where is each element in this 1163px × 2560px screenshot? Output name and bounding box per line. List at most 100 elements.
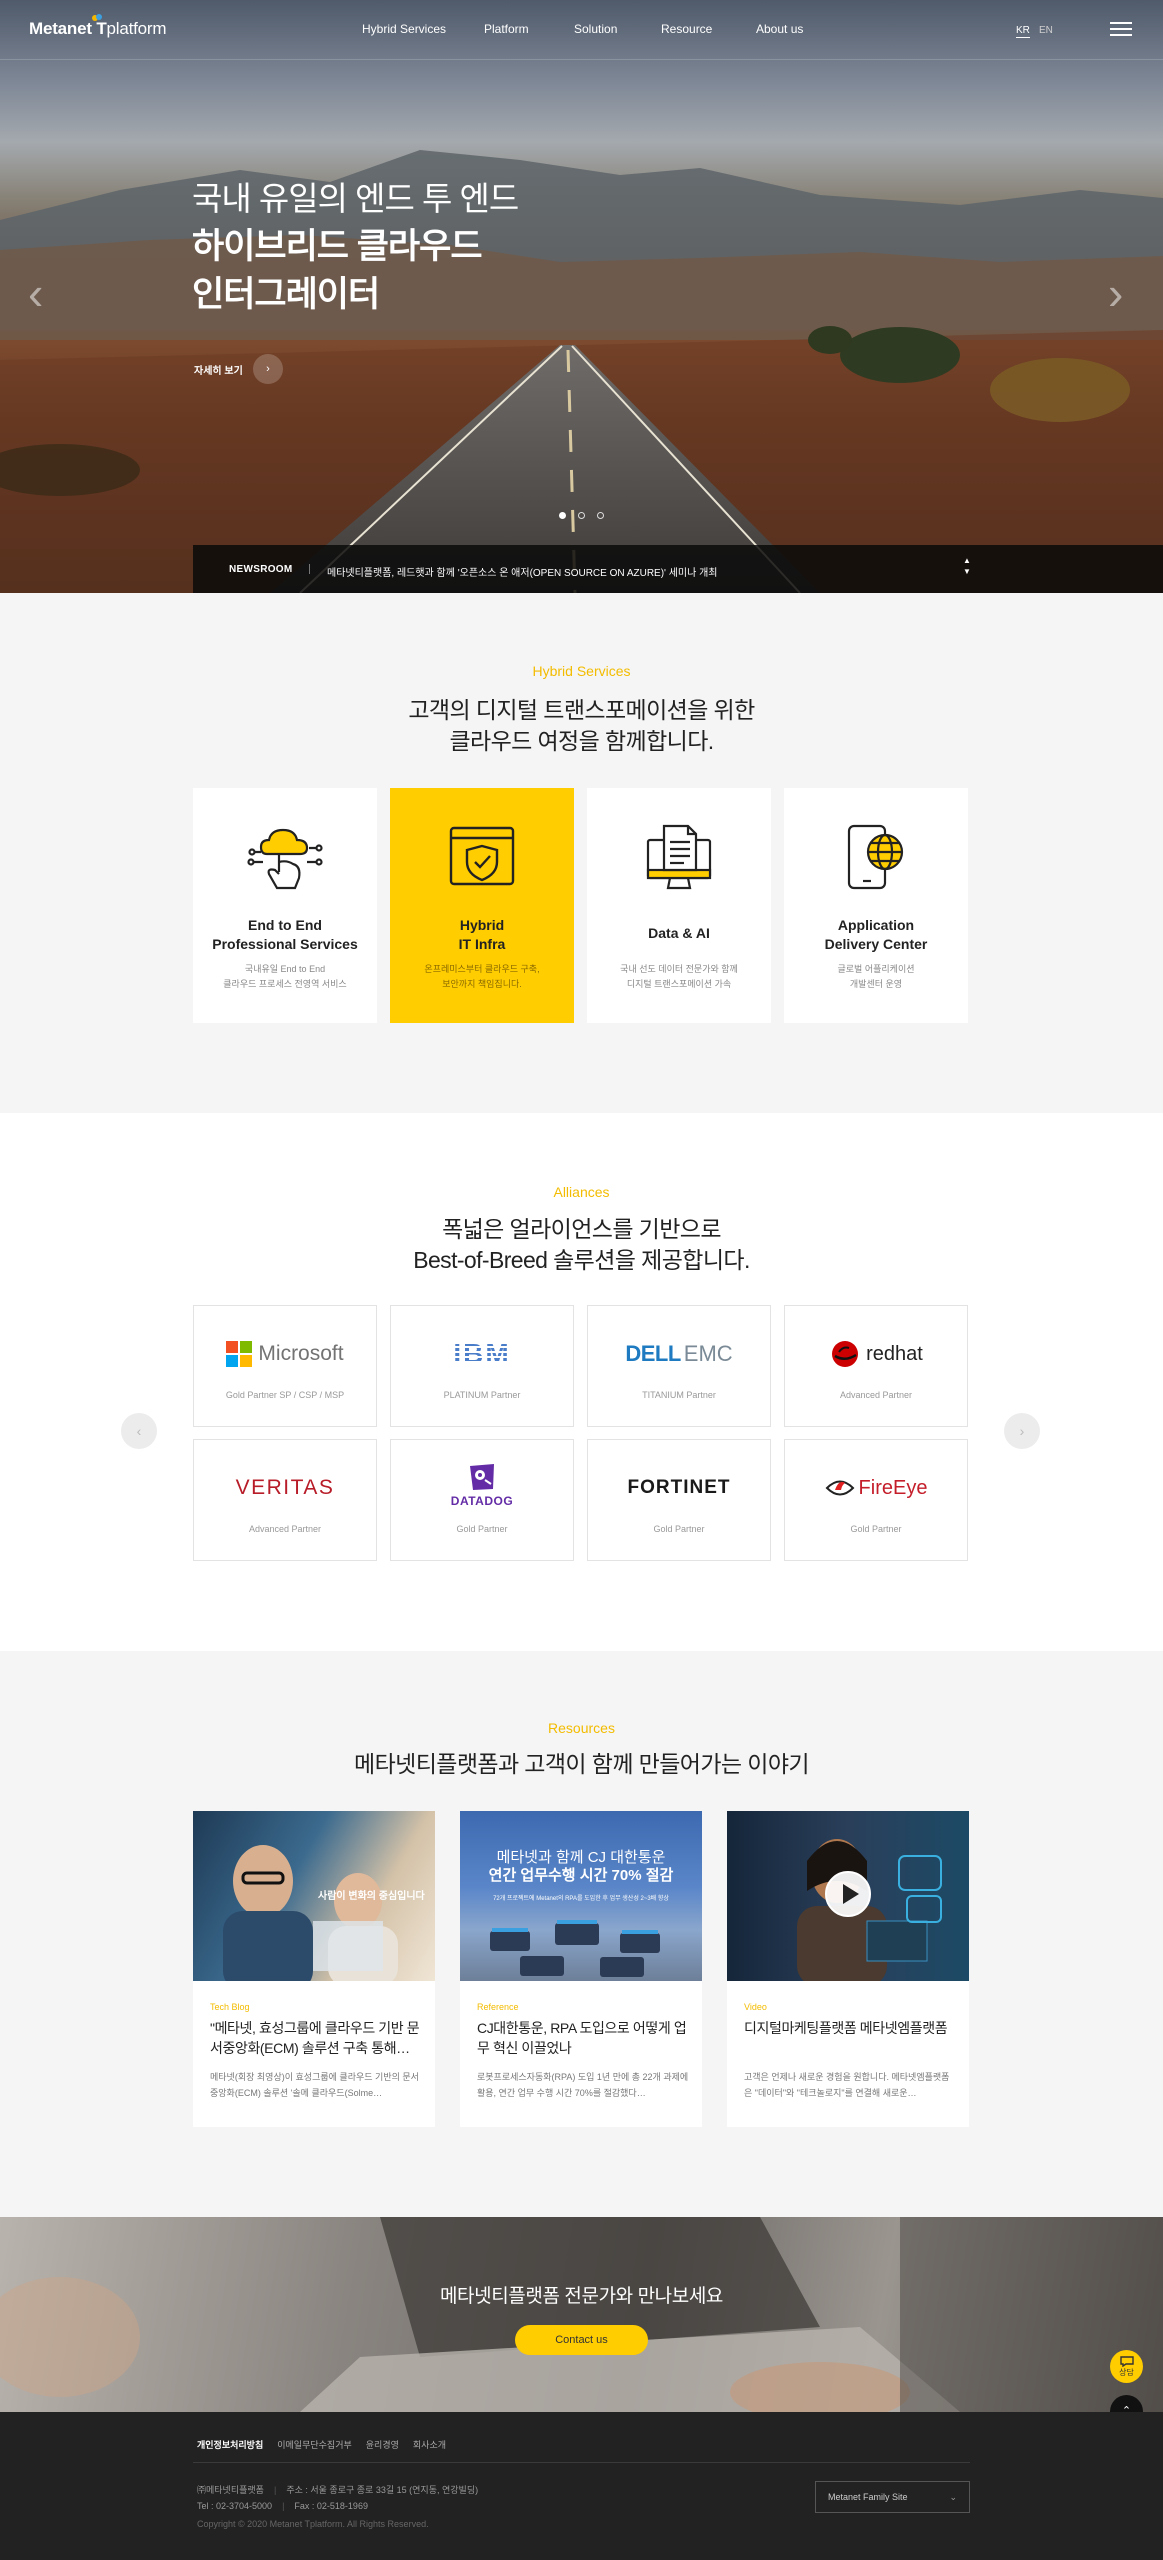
- nav-hybrid-services[interactable]: Hybrid Services: [362, 22, 446, 36]
- resource-card-tech-blog[interactable]: 사람이 변화의 중심입니다 Tech Blog "메타넷, 효성그룹에 클라우드…: [193, 1811, 435, 2127]
- lang-en[interactable]: EN: [1039, 25, 1053, 36]
- partner-card-dell-emc[interactable]: DELL EMC TITANIUM Partner: [587, 1305, 771, 1427]
- hero-line-2: 하이브리드 클라우드: [192, 227, 483, 266]
- consult-label: 상담: [1119, 2368, 1134, 2377]
- resource-category: Reference: [477, 2002, 519, 2012]
- footer-link-ethics[interactable]: 윤리경영: [366, 2438, 399, 2451]
- thumbnail-caption-line-3: 72개 프로젝트에 Metanet의 RPA를 도입한 후 업무 생산성 2~3…: [493, 1896, 669, 1902]
- nav-resource[interactable]: Resource: [661, 22, 712, 36]
- veritas-logo: VERITAS: [194, 1468, 376, 1508]
- veritas-logo-text: VERITAS: [235, 1476, 335, 1499]
- newsroom-updown-icon[interactable]: ▲ ▼: [963, 555, 971, 577]
- slide-dot-2[interactable]: [578, 512, 585, 519]
- nav-solution[interactable]: Solution: [574, 22, 617, 36]
- footer-link-about[interactable]: 회사소개: [413, 2438, 446, 2451]
- hamburger-menu-icon[interactable]: [1110, 22, 1132, 37]
- lang-kr[interactable]: KR: [1016, 25, 1030, 38]
- thumbnail-caption-line-2: 연간 업무수행 시간 70% 절감: [488, 1867, 674, 1884]
- footer-address: 주소 : 서울 종로구 종로 33길 15 (연지동, 연강빌딩): [286, 2485, 479, 2495]
- partner-card-datadog[interactable]: DATADOG Gold Partner: [390, 1439, 574, 1561]
- hero-background-image: [0, 150, 1163, 593]
- service-card-data-ai[interactable]: Data & AI 국내 선도 데이터 전문가와 함께 디지털 트랜스포메이션 가…: [587, 788, 771, 1023]
- resource-card-video[interactable]: Video 디지털마케팅플랫폼 메타넷엠플랫폼 고객은 언제나 새로운 경험을 …: [727, 1811, 969, 2127]
- service-card-hybrid-it-infra[interactable]: Hybrid IT Infra 온프레미스부터 클라우드 구축, 보안까지 책임집니…: [390, 788, 574, 1023]
- resource-title: "메타넷, 효성그룹에 클라우드 기반 문서중앙화(ECM) 솔루션 구축 통해…: [210, 2020, 420, 2056]
- hero-line-1: 국내 유일의 엔드 투 엔드: [192, 180, 519, 217]
- partner-level: Gold Partner: [456, 1524, 508, 1534]
- slider-next-icon[interactable]: ›: [1108, 270, 1123, 316]
- chevron-right-icon[interactable]: ›: [253, 354, 283, 384]
- hero-detail-link[interactable]: 자세히 보기: [194, 362, 243, 377]
- service-desc: 국내유일 End to End 클라우드 프로세스 전영역 서비스: [223, 964, 347, 989]
- ibm-logo-text: IBM: [453, 1338, 511, 1369]
- fireeye-logo-text: FireEye: [858, 1476, 928, 1499]
- alliances-section: Alliances 폭넓은 얼라이언스를 기반으로 Best-of-Breed …: [0, 1113, 1163, 1651]
- fireeye-logo: FireEye: [785, 1468, 967, 1508]
- thumbnail-caption-line-1: 메타넷과 함께 CJ 대한통운: [496, 1849, 666, 1866]
- fortinet-logo-text: FORTINET: [627, 1477, 731, 1498]
- family-site-select[interactable]: Metanet Family Site ⌄: [815, 2481, 970, 2513]
- site-logo[interactable]: Metanet Tplatform: [29, 14, 167, 39]
- section-tag: Resources: [548, 1720, 615, 1736]
- service-card-application-delivery[interactable]: Application Delivery Center 글로벌 어플리케이션 개발센…: [784, 788, 968, 1023]
- service-title: End to End Professional Services: [212, 917, 358, 952]
- footer-divider: [193, 2462, 970, 2463]
- footer-company-info: ㈜메타넷티플랫폼 | 주소 : 서울 종로구 종로 33길 15 (연지동, 연강빌…: [197, 2485, 479, 2511]
- page: { "header": { "logo_main": "Metanet ", "…: [0, 0, 1163, 2560]
- footer-copyright: Copyright © 2020 Metanet Tplatform. All …: [197, 2519, 429, 2529]
- service-desc: 글로벌 어플리케이션 개발센터 운영: [837, 964, 915, 989]
- resource-card-reference[interactable]: 메타넷과 함께 CJ 대한통운 연간 업무수행 시간 70% 절감 72개 프로…: [460, 1811, 702, 2127]
- service-card-end-to-end[interactable]: End to End Professional Services 국내유일 End…: [193, 788, 377, 1023]
- resource-thumbnail: 사람이 변화의 중심입니다: [193, 1811, 435, 1981]
- ibm-logo: IBM: [391, 1334, 573, 1374]
- consult-quick-button[interactable]: 상담: [1110, 2350, 1143, 2383]
- resource-thumbnail: 메타넷과 함께 CJ 대한통운 연간 업무수행 시간 70% 절감 72개 프로…: [460, 1811, 702, 1981]
- partner-card-veritas[interactable]: VERITAS Advanced Partner: [193, 1439, 377, 1561]
- slide-dot-3[interactable]: [597, 512, 604, 519]
- partner-card-redhat[interactable]: redhat Advanced Partner: [784, 1305, 968, 1427]
- contact-us-button[interactable]: Contact us: [515, 2325, 648, 2355]
- footer-link-email[interactable]: 이메일무단수집거부: [277, 2438, 352, 2451]
- resource-desc: 로봇프로세스자동화(RPA) 도입 1년 만에 총 22개 과제에 활용, 연간…: [477, 2072, 689, 2098]
- thumbnail-caption: 사람이 변화의 중심입니다: [318, 1891, 425, 1902]
- hybrid-services-section: Hybrid Services 고객의 디지털 트랜스포메이션을 위한 클라우드…: [0, 593, 1163, 1113]
- nav-about-us[interactable]: About us: [756, 22, 803, 36]
- microsoft-logo-text: Microsoft: [258, 1342, 344, 1365]
- section-title-line-2: 클라우드 여정을 함께합니다.: [449, 728, 714, 754]
- fortinet-logo: FORTINET: [588, 1468, 770, 1508]
- alliance-prev-icon[interactable]: ‹: [121, 1413, 157, 1449]
- section-title: 폭넓은 얼라이언스를 기반으로 Best-of-Breed 솔루션을 제공합니다…: [0, 1214, 1163, 1276]
- partner-level: Gold Partner: [653, 1524, 705, 1534]
- service-desc: 국내 선도 데이터 전문가와 함께 디지털 트랜스포메이션 가속: [620, 964, 738, 989]
- family-site-label: Metanet Family Site: [828, 2492, 908, 2502]
- hero-banner: Metanet Tplatform Hybrid Services Platfo…: [0, 0, 1163, 593]
- datadog-logo-text: DATADOG: [450, 1494, 514, 1508]
- footer-link-privacy[interactable]: 개인정보처리방침: [197, 2438, 263, 2451]
- newsroom-label: NEWSROOM: [229, 564, 293, 575]
- service-title: Hybrid IT Infra: [458, 917, 506, 952]
- partner-card-fortinet[interactable]: FORTINET Gold Partner: [587, 1439, 771, 1561]
- laptop-photo: [0, 2217, 1163, 2412]
- section-title-line-2: Best-of-Breed 솔루션을 제공합니다.: [413, 1247, 750, 1273]
- redhat-hat-icon: [832, 1341, 859, 1367]
- resource-category: Tech Blog: [210, 2002, 250, 2012]
- microsoft-windows-icon: [226, 1341, 253, 1367]
- partner-card-fireeye[interactable]: FireEye Gold Partner: [784, 1439, 968, 1561]
- section-title: 고객의 디지털 트랜스포메이션을 위한 클라우드 여정을 함께합니다.: [0, 695, 1163, 757]
- resource-desc: 메타넷(회장 최영상)이 효성그룹에 클라우드 기반의 문서 중앙화(ECM) …: [210, 2072, 419, 2098]
- slide-dot-1[interactable]: [559, 512, 566, 519]
- site-header: Metanet Tplatform Hybrid Services Platfo…: [0, 0, 1163, 60]
- newsroom-bar: NEWSROOM 메타넷티플랫폼, 레드햇과 함께 '오픈소스 온 애저(OPE…: [193, 545, 1163, 593]
- slider-prev-icon[interactable]: ‹: [28, 270, 43, 316]
- resource-desc: 고객은 언제나 새로운 경험을 원합니다. 메타넷엠플랫폼은 "데이터"와 "테…: [744, 2072, 950, 2098]
- service-title: Data & AI: [648, 925, 710, 941]
- partner-card-microsoft[interactable]: Microsoft Gold Partner SP / CSP / MSP: [193, 1305, 377, 1427]
- play-icon[interactable]: [825, 1871, 871, 1917]
- partner-level: TITANIUM Partner: [642, 1390, 716, 1400]
- nav-platform[interactable]: Platform: [484, 22, 529, 36]
- cta-title: 메타넷티플랫폼 전문가와 만나보세요: [439, 2286, 724, 2307]
- alliance-next-icon[interactable]: ›: [1004, 1413, 1040, 1449]
- newsroom-headline[interactable]: 메타넷티플랫폼, 레드햇과 함께 '오픈소스 온 애저(OPEN SOURCE …: [327, 564, 718, 579]
- datadog-dog-icon: [470, 1464, 494, 1490]
- partner-card-ibm[interactable]: IBM PLATINUM Partner: [390, 1305, 574, 1427]
